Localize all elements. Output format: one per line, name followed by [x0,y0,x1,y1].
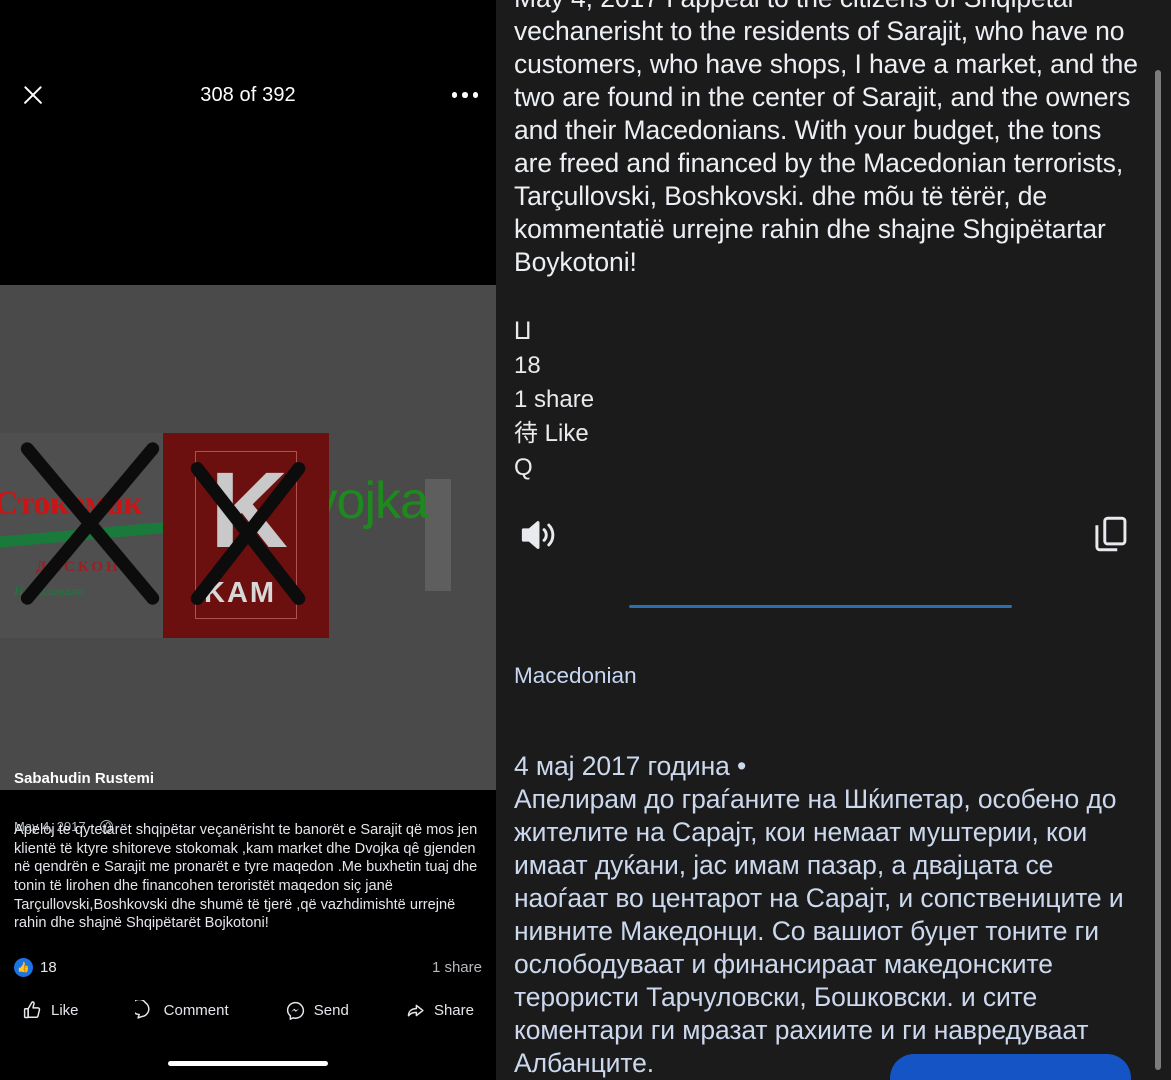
collage-tile-kam[interactable]: K KAM [163,433,329,638]
macedonian-date: 4 мај 2017 година • [514,751,747,781]
like-reaction-icon [14,958,33,977]
source-language-label[interactable]: Macedonian [514,663,637,689]
like-button-label: Like [51,1002,79,1019]
comment-button[interactable]: Comment [134,1000,229,1021]
macedonian-source-block: 4 мај 2017 година • Апелирам до граѓанит… [514,750,1130,1080]
ocr-line-2: 1 share [514,386,595,414]
reactions-count: 18 [40,959,57,976]
post-body-text: Apeloj te qytetarët shqipëtar veçanërish… [14,822,478,932]
share-arrow-icon [405,1000,426,1021]
ocr-line-0: ⨿ [514,318,532,345]
stokomak-subtitle: ДИСКОНТ [36,559,134,575]
translation-panel: May 4, 2017 I appeal to the citizens of … [496,0,1171,1080]
post-author-name[interactable]: Sabahudin Rustemi [14,770,154,787]
macedonian-text: Апелирам до граѓаните на Шќипетар, особе… [514,783,1124,1078]
photo-collage[interactable]: Стокомак ДИСКОНТ На сйлашит K KAM Dvojka [0,433,496,638]
photo-counter: 308 of 392 [200,83,296,106]
ocr-line-1: 18 [514,352,541,380]
stokomak-stripe [0,520,163,549]
media-sheet: Стокомак ДИСКОНТ На сйлашит K KAM Dvojka [0,285,496,790]
reactions-summary[interactable]: 18 [14,958,57,977]
ocr-artifact-lines: ⨿ 18 1 share 待 Like Q [514,315,594,485]
primary-action-pill-button[interactable] [890,1054,1131,1080]
post-body: Apeloj te qytetarët shqipëtar veçanërish… [14,818,480,933]
collage-tile-stokomak[interactable]: Стокомак ДИСКОНТ На сйлашит [0,433,163,638]
kam-frame: K KAM [195,451,297,619]
stokomak-tagline: На сйлашит [14,583,84,598]
engagement-counts: 18 1 share [14,958,482,977]
comment-button-label: Comment [163,1002,229,1019]
share-count[interactable]: 1 share [432,959,482,976]
share-button[interactable]: Share [405,1000,474,1021]
english-translation-text: May 4, 2017 I appeal to the citizens of … [514,0,1138,277]
messenger-send-icon [285,1000,306,1021]
ocr-line-4: Q [514,454,533,482]
kam-letter: K [210,449,288,570]
stokomak-brand: Стокомак [0,485,143,522]
copy-duplicate-icon[interactable] [1089,512,1133,561]
ocr-line-3: 待 Like [514,420,589,448]
scrollbar-track[interactable] [1155,35,1166,1070]
speaker-volume-icon[interactable] [516,513,560,562]
post-action-bar: Like Comment Send Share [10,1000,486,1021]
facebook-photo-viewer: 308 of 392 Стокомак ДИСКОНТ На сйлашит K [0,0,496,1080]
section-divider [629,605,1012,608]
dvojka-brand: Dvojka [329,472,429,530]
comment-bubble-icon [134,1000,156,1021]
more-options-icon[interactable] [451,92,478,98]
share-button-label: Share [433,1002,474,1019]
scrollbar-thumb[interactable] [1155,70,1161,1070]
like-button[interactable]: Like [22,1000,79,1021]
dvojka-bar [425,479,451,591]
thumbs-up-icon [22,1000,43,1021]
home-indicator [168,1061,328,1066]
send-button-label: Send [313,1002,349,1019]
send-button[interactable]: Send [285,1000,349,1021]
screen-root: 308 of 392 Стокомак ДИСКОНТ На сйлашит K [0,0,1171,1080]
viewer-topbar: 308 of 392 [0,0,496,190]
close-x-icon[interactable] [18,80,48,110]
collage-tile-dvojka[interactable]: Dvojka [329,433,496,638]
kam-wordmark: KAM [204,577,277,609]
